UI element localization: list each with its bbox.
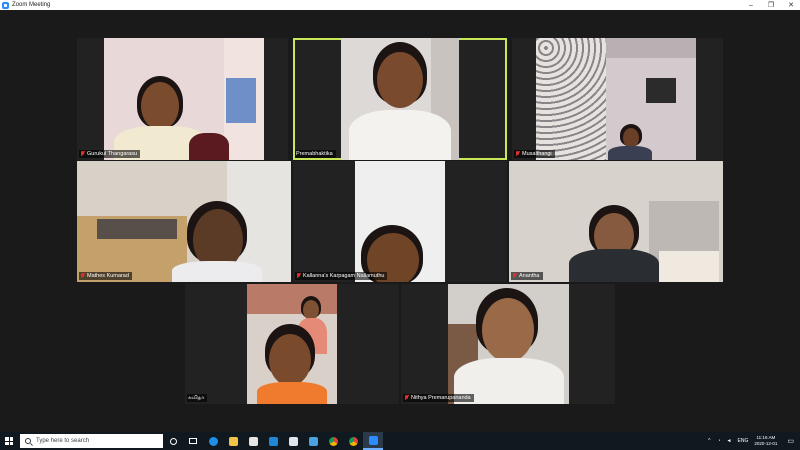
participant-tile[interactable]: Nithya Premarupananda bbox=[401, 284, 615, 404]
muted-mic-icon bbox=[80, 151, 85, 157]
volume-icon[interactable]: ◄ bbox=[727, 438, 732, 444]
participant-name: Mathes Kumarad bbox=[87, 273, 129, 279]
participant-name: கவிதா bbox=[188, 394, 205, 401]
system-tray: ^ ◔ ◄ ENG 11:16 AM 2020-12-01 ▭ bbox=[708, 432, 800, 450]
participant-video bbox=[77, 161, 291, 282]
participant-name: Kallanna's Karpagam Nallamuthu bbox=[303, 273, 385, 279]
mail-icon[interactable] bbox=[263, 432, 283, 450]
language-indicator[interactable]: ENG bbox=[738, 438, 749, 444]
network-app-icon[interactable] bbox=[303, 432, 323, 450]
participant-nameplate: Gurukul Thangarasu bbox=[79, 150, 141, 158]
muted-mic-icon bbox=[80, 273, 85, 279]
participant-video bbox=[355, 161, 445, 282]
windows-logo-icon bbox=[5, 437, 13, 445]
participant-video bbox=[104, 38, 264, 160]
participant-nameplate: Musalthangi bbox=[514, 150, 555, 158]
start-button[interactable] bbox=[0, 432, 18, 450]
notifications-icon[interactable]: ▭ bbox=[787, 437, 794, 445]
participant-tile[interactable]: கவிதா bbox=[185, 284, 399, 404]
participant-video bbox=[341, 38, 459, 160]
participant-video bbox=[536, 38, 696, 160]
zoom-taskbar-icon[interactable] bbox=[363, 432, 383, 450]
participant-tile[interactable]: Mathes Kumarad bbox=[77, 161, 291, 282]
cortana-button[interactable] bbox=[163, 432, 183, 450]
participant-nameplate: Mathes Kumarad bbox=[79, 272, 132, 280]
chrome-profile-icon[interactable] bbox=[343, 432, 363, 450]
task-view-button[interactable] bbox=[183, 432, 203, 450]
participant-video bbox=[247, 284, 337, 404]
document-app-icon[interactable] bbox=[283, 432, 303, 450]
edge-browser-icon[interactable] bbox=[203, 432, 223, 450]
store-icon[interactable] bbox=[243, 432, 263, 450]
zoom-app-icon bbox=[2, 1, 9, 9]
taskbar-clock[interactable]: 11:16 AM 2020-12-01 bbox=[754, 435, 777, 447]
participant-name: Musalthangi bbox=[522, 151, 552, 157]
minimize-button[interactable]: – bbox=[740, 0, 762, 10]
window-title: Zoom Meeting bbox=[12, 2, 51, 8]
muted-mic-icon bbox=[404, 395, 409, 401]
search-icon bbox=[25, 438, 31, 444]
taskbar-search-box[interactable]: Type here to search bbox=[20, 434, 163, 448]
participant-tile[interactable]: Anantha bbox=[509, 161, 723, 282]
participant-tile[interactable]: Musalthangi bbox=[512, 38, 723, 160]
participant-nameplate: Nithya Premarupananda bbox=[403, 394, 474, 402]
muted-mic-icon bbox=[296, 273, 301, 279]
participant-name: Gurukul Thangarasu bbox=[87, 151, 138, 157]
gallery-view: Gurukul Thangarasu Premabhaktika Musalth… bbox=[0, 10, 800, 432]
participant-tile[interactable]: Gurukul Thangarasu bbox=[77, 38, 288, 160]
clock-date: 2020-12-01 bbox=[754, 441, 778, 446]
participant-video bbox=[448, 284, 569, 404]
participant-nameplate: Premabhaktika bbox=[295, 150, 336, 158]
window-titlebar: Zoom Meeting – ❐ ✕ bbox=[0, 0, 800, 10]
windows-taskbar: Type here to search ^ ◔ ◄ ENG 11:16 AM 2… bbox=[0, 432, 800, 450]
participant-nameplate: கவிதா bbox=[187, 394, 208, 402]
close-button[interactable]: ✕ bbox=[780, 0, 800, 10]
search-placeholder: Type here to search bbox=[36, 438, 90, 444]
participant-name: Premabhaktika bbox=[296, 151, 333, 157]
participant-tile-active-speaker[interactable]: Premabhaktika bbox=[293, 38, 507, 160]
participant-nameplate: Anantha bbox=[511, 272, 543, 280]
participant-name: Anantha bbox=[519, 273, 540, 279]
participant-video bbox=[509, 161, 723, 282]
chrome-icon[interactable] bbox=[323, 432, 343, 450]
chevron-up-icon[interactable]: ^ bbox=[708, 438, 710, 444]
participant-tile[interactable]: Kallanna's Karpagam Nallamuthu bbox=[293, 161, 507, 282]
participant-name: Nithya Premarupananda bbox=[411, 395, 471, 401]
muted-mic-icon bbox=[512, 273, 517, 279]
maximize-button[interactable]: ❐ bbox=[760, 0, 782, 10]
file-explorer-icon[interactable] bbox=[223, 432, 243, 450]
muted-mic-icon bbox=[515, 151, 520, 157]
participant-nameplate: Kallanna's Karpagam Nallamuthu bbox=[295, 272, 388, 280]
wifi-icon[interactable]: ◔ bbox=[718, 438, 721, 444]
